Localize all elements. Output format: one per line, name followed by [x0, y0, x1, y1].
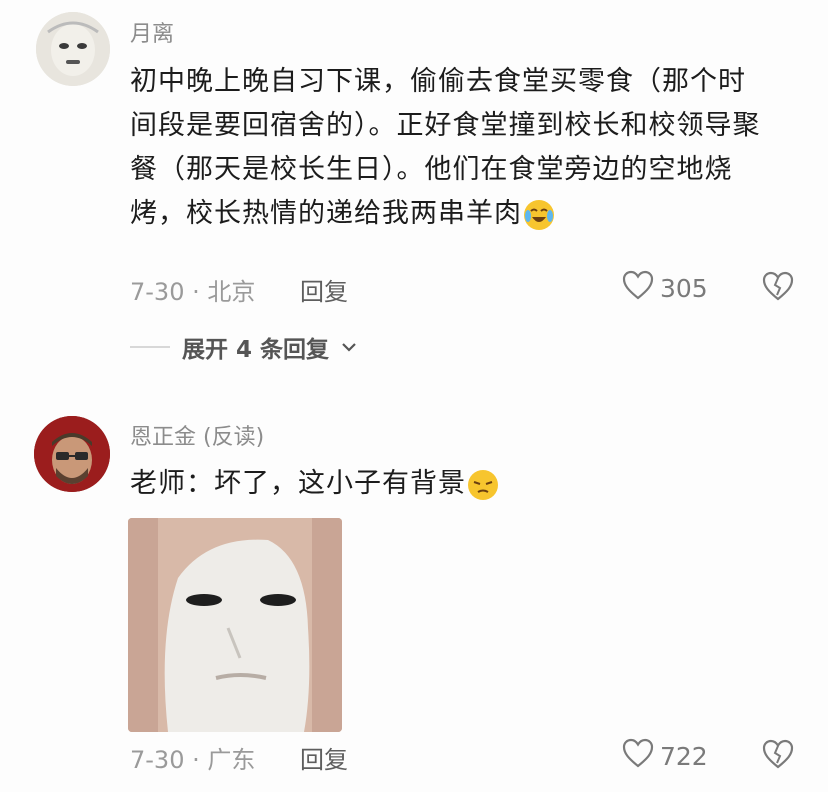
avatar[interactable]: [34, 416, 110, 492]
smirk-emoji-icon: [466, 468, 500, 502]
like-button[interactable]: 722: [622, 738, 708, 774]
username[interactable]: 月离: [130, 16, 174, 48]
dislike-button[interactable]: [762, 739, 794, 773]
like-count: 722: [660, 741, 708, 771]
heart-icon: [622, 270, 654, 306]
divider: [130, 346, 170, 348]
comment-text: 初中晚上晚自习下课，偷偷去食堂买零食（那个时间段是要回宿舍的）。正好食堂撞到校长…: [130, 60, 770, 236]
avatar[interactable]: [36, 12, 110, 86]
meme-image[interactable]: [128, 518, 342, 732]
dislike-button[interactable]: [762, 271, 794, 305]
reply-button[interactable]: 回复: [300, 740, 348, 775]
crying-laughing-emoji-icon: [522, 198, 556, 232]
expand-replies-label: 展开 4 条回复: [182, 337, 330, 363]
expand-replies[interactable]: 展开 4 条回复: [130, 330, 357, 364]
chevron-down-icon: [341, 338, 357, 357]
comment-date-location: 7-30 · 广东: [130, 746, 256, 774]
like-button[interactable]: 305: [622, 270, 708, 306]
broken-heart-icon: [762, 271, 794, 305]
comment-body: 初中晚上晚自习下课，偷偷去食堂买零食（那个时间段是要回宿舍的）。正好食堂撞到校长…: [130, 66, 761, 229]
comment-body: 老师：坏了，这小子有背景: [130, 468, 466, 499]
like-count: 305: [660, 273, 708, 303]
reply-button[interactable]: 回复: [300, 272, 348, 307]
username[interactable]: 恩正金 (反读): [130, 419, 264, 451]
heart-icon: [622, 738, 654, 774]
comment-text: 老师：坏了，这小子有背景: [130, 462, 500, 506]
comment-date-location: 7-30 · 北京: [130, 278, 256, 306]
broken-heart-icon: [762, 739, 794, 773]
